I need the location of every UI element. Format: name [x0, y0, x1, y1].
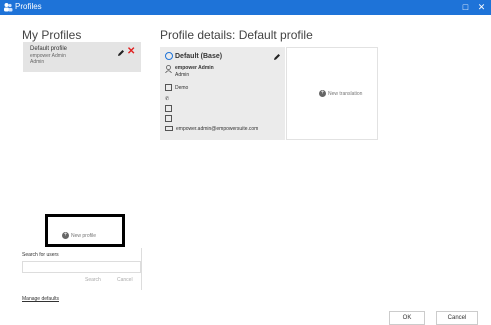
cancel-search-button[interactable]: Cancel: [117, 277, 133, 283]
fax-icon: [165, 115, 172, 122]
search-input[interactable]: [22, 261, 141, 273]
ok-button[interactable]: OK: [389, 311, 425, 325]
my-profiles-heading: My Profiles: [22, 28, 82, 42]
mobile-icon: [165, 105, 172, 112]
search-button[interactable]: Search: [85, 277, 101, 283]
new-translation-label: New translation: [328, 90, 363, 97]
plus-circle-icon: +: [319, 90, 326, 97]
base-translation-card[interactable]: Default (Base) empower Admin Admin Demo …: [160, 47, 285, 140]
title-bar: Profiles □ ✕: [0, 0, 491, 15]
user-name: empower Admin: [175, 65, 214, 71]
window-title: Profiles: [15, 2, 42, 11]
cancel-button[interactable]: Cancel: [436, 311, 478, 325]
mail-icon: [165, 126, 173, 132]
pencil-icon[interactable]: [273, 53, 281, 61]
profiles-app-icon: [4, 3, 13, 12]
globe-icon: [165, 52, 173, 60]
close-button[interactable]: ✕: [475, 1, 488, 14]
new-profile-label: New profile: [71, 232, 97, 239]
base-card-header: Default (Base): [165, 52, 222, 60]
email-value: empower.admin@empowersuite.com: [176, 126, 259, 132]
company-name: Demo: [175, 84, 189, 91]
user-row: empower Admin: [165, 65, 214, 74]
phone-row: ✆: [165, 96, 169, 102]
profile-card-default[interactable]: Default profile empower Admin Admin ✕: [23, 42, 141, 72]
new-translation-card[interactable]: + New translation: [286, 47, 378, 140]
divider: [141, 248, 142, 290]
email-row: empower.admin@empowersuite.com: [165, 126, 258, 132]
user-icon: [165, 65, 172, 74]
fax-row: [165, 115, 175, 122]
manage-defaults-link[interactable]: Manage defaults: [22, 296, 59, 302]
delete-icon[interactable]: ✕: [127, 46, 135, 58]
pencil-icon[interactable]: [117, 49, 125, 57]
phone-icon: ✆: [165, 96, 170, 102]
building-icon: [165, 84, 172, 91]
user-role: Admin: [175, 72, 190, 78]
new-profile-button[interactable]: + New profile: [62, 232, 96, 239]
plus-circle-icon: +: [62, 232, 69, 239]
search-label: Search for users: [22, 252, 59, 258]
new-translation-button[interactable]: + New translation: [319, 90, 362, 97]
base-card-title: Default (Base): [175, 52, 223, 60]
profile-details-heading: Profile details: Default profile: [160, 28, 313, 42]
profile-name: Default profile: [30, 46, 68, 52]
mobile-row: [165, 105, 175, 112]
profile-role: Admin: [30, 59, 45, 65]
highlight-box: [45, 214, 125, 247]
company-row: Demo: [165, 84, 188, 91]
maximize-button[interactable]: □: [459, 1, 472, 14]
